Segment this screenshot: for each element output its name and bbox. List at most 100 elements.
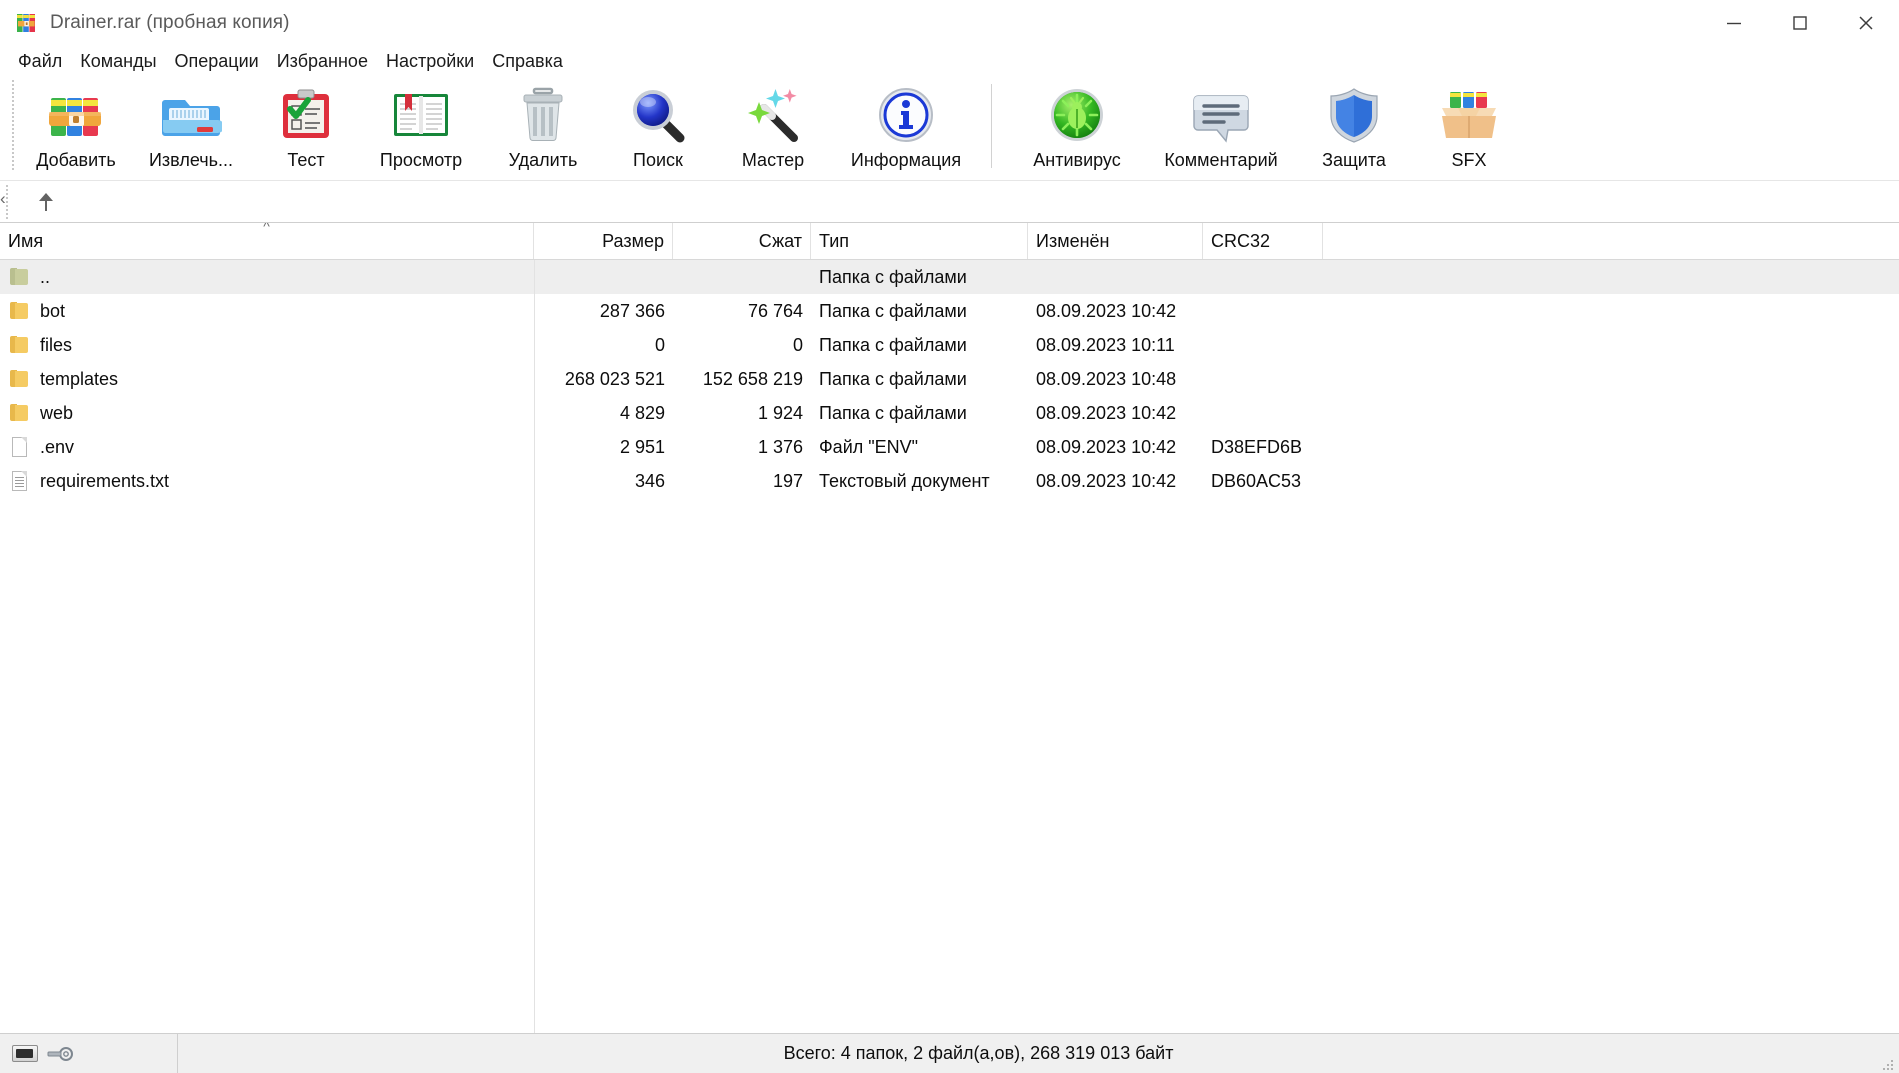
column-name-label: Имя — [8, 230, 44, 251]
table-row[interactable]: requirements.txt 346 197 Текстовый докум… — [0, 464, 1899, 498]
cell-modified: 08.09.2023 10:48 — [1036, 368, 1177, 389]
cell-modified: 08.09.2023 10:11 — [1036, 334, 1175, 355]
toolbar-comment[interactable]: Комментарий — [1149, 76, 1293, 176]
cell-type: Папка с файлами — [819, 300, 967, 321]
cell-modified: 08.09.2023 10:42 — [1036, 470, 1177, 491]
info-circle-icon — [875, 84, 937, 146]
cell-packed: 1 376 — [757, 436, 803, 457]
comment-bubble-icon — [1190, 84, 1252, 146]
folder-up-icon — [10, 266, 30, 288]
file-name: bot — [40, 300, 66, 321]
cell-modified: 08.09.2023 10:42 — [1036, 300, 1177, 321]
toolbar-view-label: Просмотр — [379, 150, 463, 170]
test-clipboard-icon — [275, 84, 337, 146]
toolbar-delete-label: Удалить — [508, 150, 578, 170]
toolbar-extract[interactable]: Извлечь... — [130, 76, 252, 176]
column-size-label: Размер — [602, 230, 664, 251]
toolbar-comment-label: Комментарий — [1164, 150, 1278, 170]
toolbar-add-label: Добавить — [36, 150, 116, 170]
file-name: requirements.txt — [40, 470, 170, 491]
folder-icon — [10, 368, 30, 390]
sfx-box-icon — [1438, 84, 1500, 146]
view-book-icon — [390, 84, 452, 146]
cell-type: Папка с файлами — [819, 368, 967, 389]
toolbar-antivirus[interactable]: Антивирус — [1005, 76, 1149, 176]
folder-icon — [10, 402, 30, 424]
toolbar-sfx-label: SFX — [1451, 150, 1487, 170]
overflow-chevron-icon: ‹ — [0, 189, 6, 208]
menu-help[interactable]: Справка — [483, 47, 572, 75]
toolbar-gripper[interactable] — [12, 80, 18, 170]
window-controls — [1701, 0, 1899, 46]
toolbar-add[interactable]: Добавить — [22, 76, 130, 176]
file-name: .env — [40, 436, 75, 457]
trash-icon — [512, 84, 574, 146]
file-text-icon — [10, 470, 30, 492]
cell-name: requirements.txt — [0, 470, 534, 492]
table-row[interactable]: .env 2 951 1 376 Файл "ENV" 08.09.2023 1… — [0, 430, 1899, 464]
column-name[interactable]: ^ Имя — [0, 223, 534, 259]
up-one-level-button[interactable] — [26, 184, 66, 220]
menu-file[interactable]: Файл — [9, 47, 71, 75]
menu-operations[interactable]: Операции — [166, 47, 268, 75]
toolbar-protect-label: Защита — [1322, 150, 1386, 170]
column-size[interactable]: Размер — [534, 223, 673, 259]
toolbar-test[interactable]: Тест — [252, 76, 360, 176]
status-total-text: Всего: 4 папок, 2 файл(а,ов), 268 319 01… — [783, 1043, 1174, 1063]
table-row[interactable]: web 4 829 1 924 Папка с файлами 08.09.20… — [0, 396, 1899, 430]
cell-crc32: D38EFD6B — [1211, 436, 1303, 457]
column-crc32[interactable]: CRC32 — [1203, 223, 1323, 259]
cell-crc32: DB60AC53 — [1211, 470, 1302, 491]
menu-favorites[interactable]: Избранное — [268, 47, 377, 75]
toolbar-separator — [991, 84, 992, 168]
toolbar-delete[interactable]: Удалить — [482, 76, 604, 176]
minimize-button[interactable] — [1701, 0, 1767, 46]
cell-type: Текстовый документ — [819, 470, 990, 491]
cell-modified: 08.09.2023 10:42 — [1036, 436, 1177, 457]
cell-name: .. — [0, 266, 534, 288]
cell-name: templates — [0, 368, 534, 390]
table-row[interactable]: templates 268 023 521 152 658 219 Папка … — [0, 362, 1899, 396]
column-type[interactable]: Тип — [811, 223, 1028, 259]
cell-name: .env — [0, 436, 534, 458]
toolbar-antivirus-label: Антивирус — [1033, 150, 1121, 170]
menu-settings[interactable]: Настройки — [377, 47, 483, 75]
file-rows: .. Папка с файлами bot 287 366 76 764 Па… — [0, 260, 1899, 1033]
address-bar: ‹ — [0, 181, 1899, 223]
toolbar-sfx[interactable]: SFX — [1415, 76, 1523, 176]
toolbar-wizard-label: Мастер — [741, 150, 805, 170]
antivirus-bug-icon — [1046, 84, 1108, 146]
resize-grip[interactable] — [1881, 1056, 1895, 1070]
cell-size: 2 951 — [619, 436, 665, 457]
file-name: files — [40, 334, 73, 355]
title-bar: Drainer.rar (пробная копия) — [0, 0, 1899, 46]
toolbar-protect[interactable]: Защита — [1293, 76, 1415, 176]
cell-size: 0 — [654, 334, 665, 355]
folder-icon — [10, 334, 30, 356]
close-button[interactable] — [1833, 0, 1899, 46]
toolbar-wizard[interactable]: Мастер — [712, 76, 834, 176]
table-row[interactable]: bot 287 366 76 764 Папка с файлами 08.09… — [0, 294, 1899, 328]
cell-type: Файл "ENV" — [819, 436, 919, 457]
table-row[interactable]: files 0 0 Папка с файлами 08.09.2023 10:… — [0, 328, 1899, 362]
address-gripper[interactable] — [6, 184, 14, 219]
file-list: ^ Имя Размер Сжат Тип Изменён CRC32 .. П… — [0, 223, 1899, 1033]
file-name: templates — [40, 368, 119, 389]
status-bar: Всего: 4 папок, 2 файл(а,ов), 268 319 01… — [0, 1033, 1899, 1073]
archive-path-combo[interactable] — [70, 184, 1873, 220]
column-modified[interactable]: Изменён — [1028, 223, 1203, 259]
folder-icon — [10, 300, 30, 322]
arrow-up-icon — [39, 192, 53, 211]
menu-commands[interactable]: Команды — [71, 47, 165, 75]
table-row[interactable]: .. Папка с файлами — [0, 260, 1899, 294]
toolbar-view[interactable]: Просмотр — [360, 76, 482, 176]
toolbar-find[interactable]: Поиск — [604, 76, 712, 176]
column-packed[interactable]: Сжат — [673, 223, 811, 259]
key-icon — [46, 1046, 74, 1062]
cell-name: bot — [0, 300, 534, 322]
column-packed-label: Сжат — [758, 230, 802, 251]
maximize-button[interactable] — [1767, 0, 1833, 46]
name-column-divider — [534, 260, 535, 1033]
file-blank-icon — [10, 436, 30, 458]
toolbar-info[interactable]: Информация — [834, 76, 978, 176]
